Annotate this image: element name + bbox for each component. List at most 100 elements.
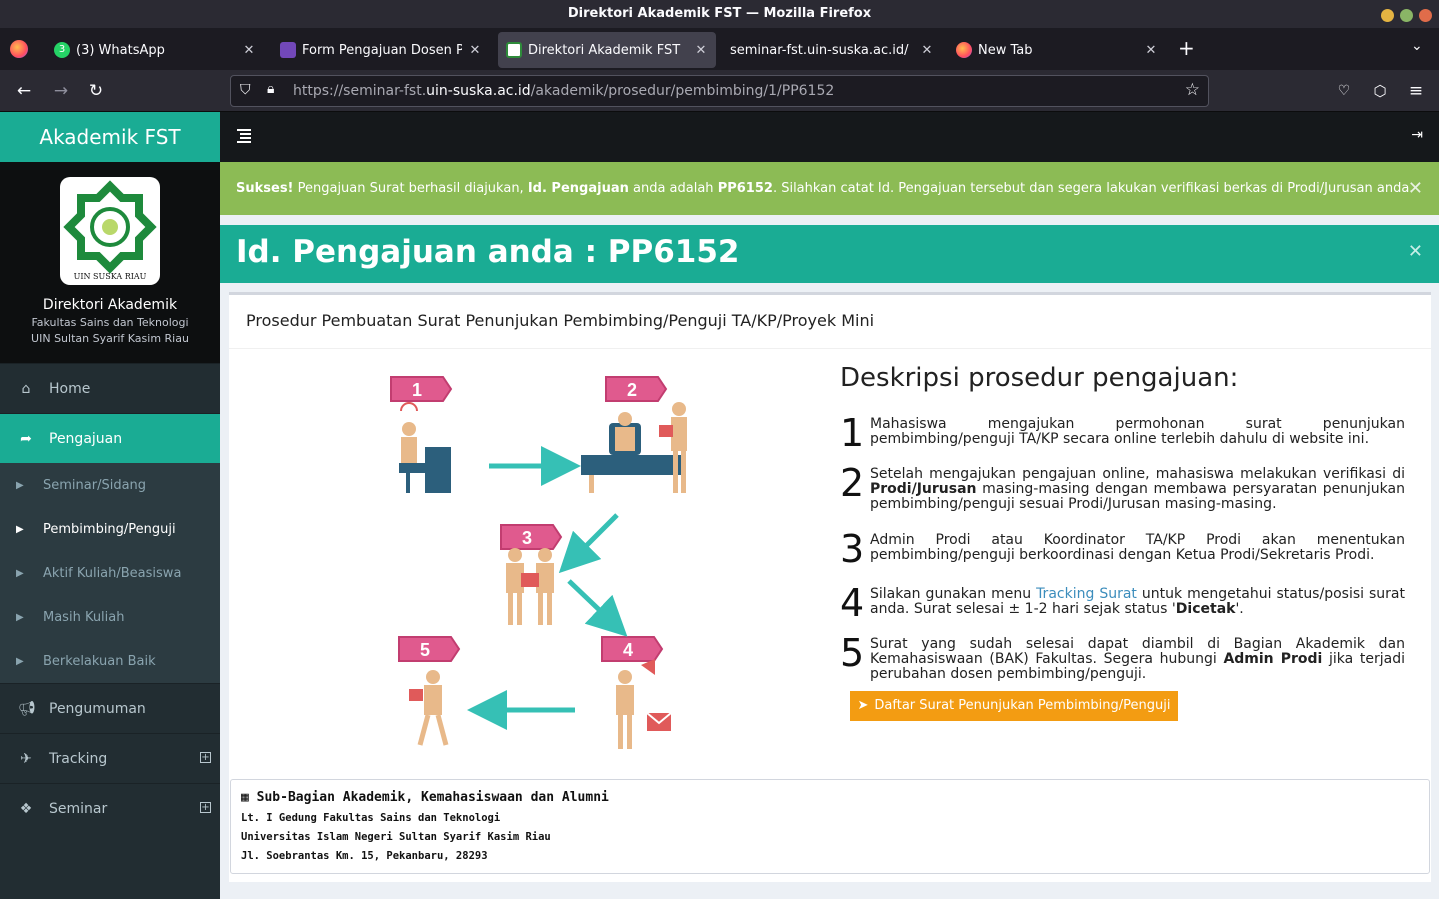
svg-text:2: 2 <box>627 380 637 400</box>
tab-new-tab[interactable]: New Tab ✕ <box>948 32 1166 68</box>
step-text: Admin Prodi atau Koordinator TA/KP Prodi… <box>870 532 1405 563</box>
sign-in-icon[interactable]: ⇥ <box>1411 127 1423 143</box>
success-alert: Sukses! Pengajuan Surat berhasil diajuka… <box>220 162 1439 215</box>
svg-text:3: 3 <box>522 528 532 548</box>
firefox-icon <box>956 42 972 58</box>
koordinator-figure <box>506 548 554 625</box>
tab-whatsapp[interactable]: 3 (3) WhatsApp ✕ <box>46 32 264 68</box>
caret-right-icon: ▶ <box>16 611 24 623</box>
uin-suska-icon <box>506 42 522 58</box>
minimize-button[interactable] <box>1381 9 1394 22</box>
tab-label: Form Pengajuan Dosen Pem <box>302 42 462 58</box>
tracking-surat-link[interactable]: Tracking Surat <box>1036 586 1137 602</box>
sidebar-toggle-icon[interactable] <box>237 129 251 143</box>
alert-strong: Sukses! <box>236 181 294 196</box>
alert-close-button[interactable]: ✕ <box>1408 162 1423 215</box>
sidebar-item-tracking[interactable]: ✈ Tracking + <box>0 733 220 783</box>
box-title: Prosedur Pembuatan Surat Penunjukan Pemb… <box>229 295 1431 349</box>
close-icon[interactable]: ✕ <box>694 43 708 58</box>
main-header: ⇥ <box>220 112 1439 162</box>
sidebar-item-label: Seminar <box>49 800 108 817</box>
maximize-button[interactable] <box>1400 9 1413 22</box>
plus-square-icon[interactable]: + <box>200 752 211 763</box>
new-tab-button[interactable]: + <box>1178 36 1195 60</box>
submenu-berkelakuan-baik[interactable]: ▶ Berkelakuan Baik <box>0 639 220 683</box>
sidebar-item-label: Pengajuan <box>49 430 123 447</box>
alert-text: Pengajuan Surat berhasil diajukan, <box>293 181 528 196</box>
cubes-icon: ❖ <box>19 800 33 817</box>
bookmark-star-icon[interactable]: ☆ <box>1185 80 1200 100</box>
submenu-aktif-kuliah[interactable]: ▶ Aktif Kuliah/Beasiswa <box>0 551 220 595</box>
url-prefix: https://seminar-fst. <box>293 83 427 99</box>
submenu-seminar-sidang[interactable]: ▶ Seminar/Sidang <box>0 463 220 507</box>
sidebar-item-label: Pengumuman <box>49 700 146 717</box>
send-icon: ➤ <box>857 698 869 713</box>
form-icon <box>280 42 296 58</box>
close-icon[interactable]: ✕ <box>242 43 256 58</box>
step-number: 3 <box>840 527 865 571</box>
submenu-label: Masih Kuliah <box>43 609 125 625</box>
submenu-pembimbing-penguji[interactable]: ▶ Pembimbing/Penguji <box>0 507 220 551</box>
sidebar-item-seminar[interactable]: ❖ Seminar + <box>0 783 220 833</box>
procedure-box: Prosedur Pembuatan Surat Penunjukan Pemb… <box>229 292 1431 882</box>
navigation-bar: ← → ↻ ⛉ 🔒︎ https://seminar-fst.uin-suska… <box>0 70 1439 112</box>
shield-icon[interactable]: ⛉ <box>240 82 251 98</box>
step-badge-1: 1 <box>390 376 453 402</box>
id-pengajuan-banner: Id. Pengajuan anda : PP6152 ✕ <box>220 225 1439 283</box>
step-5: 5 Surat yang sudah selesai dapat diambil… <box>840 633 1405 682</box>
tab-label: New Tab <box>978 42 1033 58</box>
pocket-icon[interactable]: ♡ <box>1331 78 1357 104</box>
close-window-button[interactable] <box>1419 9 1432 22</box>
step-badge-4: 4 <box>601 636 664 662</box>
plus-square-icon[interactable]: + <box>200 802 211 813</box>
lock-icon[interactable]: 🔒︎ <box>267 81 274 97</box>
url-bar[interactable]: ⛉ 🔒︎ https://seminar-fst.uin-suska.ac.id… <box>230 75 1209 107</box>
step-number: 1 <box>840 411 865 455</box>
arrow-3-to-4 <box>567 579 628 637</box>
firefox-view-button[interactable] <box>10 40 28 58</box>
svg-text:4: 4 <box>623 640 633 660</box>
sidebar-item-label: Tracking <box>49 750 108 767</box>
sidebar: Akademik FST UIN SUSKA RIAU Direktori Ak… <box>0 112 220 899</box>
sidebar-item-pengajuan[interactable]: ➦ Pengajuan <box>0 413 220 463</box>
extensions-icon[interactable]: ⬡ <box>1367 78 1393 104</box>
daftar-surat-button[interactable]: ➤ Daftar Surat Penunjukan Pembimbing/Peng… <box>850 691 1178 721</box>
submenu-masih-kuliah[interactable]: ▶ Masih Kuliah <box>0 595 220 639</box>
reload-icon[interactable]: ↻ <box>83 78 109 104</box>
description-title: Deskripsi prosedur pengajuan: <box>840 363 1239 393</box>
share-icon: ➦ <box>20 430 32 447</box>
tab-direktori-akademik[interactable]: Direktori Akademik FST ✕ <box>498 32 716 68</box>
announcement-figure <box>616 659 672 749</box>
sidebar-brand[interactable]: Akademik FST <box>0 112 220 162</box>
caret-right-icon: ▶ <box>16 523 24 535</box>
sidebar-item-pengumuman[interactable]: 📢︎ Pengumuman <box>0 683 220 733</box>
sidebar-item-home[interactable]: ⌂ Home <box>0 363 220 413</box>
step-badge-5: 5 <box>398 636 461 662</box>
caret-right-icon: ▶ <box>16 655 24 667</box>
close-icon[interactable]: ✕ <box>1144 43 1158 58</box>
list-all-tabs-icon[interactable]: ⌄ <box>1411 38 1423 54</box>
plane-icon: ✈ <box>20 750 32 767</box>
tab-form-pengajuan[interactable]: Form Pengajuan Dosen Pem ✕ <box>272 32 490 68</box>
alert-text: anda adalah <box>628 181 718 196</box>
close-icon[interactable]: ✕ <box>920 43 934 58</box>
tab-seminar-fst[interactable]: seminar-fst.uin-suska.ac.id/ ✕ <box>722 32 942 68</box>
student-computer-figure <box>399 402 451 493</box>
alert-strong: Id. Pengajuan <box>527 181 629 196</box>
url-text[interactable]: https://seminar-fst.uin-suska.ac.id/akad… <box>293 83 834 99</box>
banner-close-button[interactable]: ✕ <box>1408 225 1423 279</box>
close-icon[interactable]: ✕ <box>468 43 482 58</box>
submenu-label: Pembimbing/Penguji <box>43 521 176 537</box>
step-number: 2 <box>840 461 865 505</box>
step-number: 4 <box>840 581 865 625</box>
caret-right-icon: ▶ <box>16 479 24 491</box>
menu-icon[interactable]: ≡ <box>1403 78 1429 104</box>
back-icon[interactable]: ← <box>11 78 37 104</box>
uin-suska-logo: UIN SUSKA RIAU <box>60 177 160 285</box>
forward-icon[interactable]: → <box>48 78 74 104</box>
url-path: /akademik/prosedur/pembimbing/1/PP6152 <box>530 83 835 99</box>
pickup-figure <box>409 670 449 746</box>
profile-title: Direktori Akademik <box>42 297 178 313</box>
svg-text:1: 1 <box>412 380 422 400</box>
sidebar-profile: UIN SUSKA RIAU Direktori Akademik Fakult… <box>0 162 220 363</box>
